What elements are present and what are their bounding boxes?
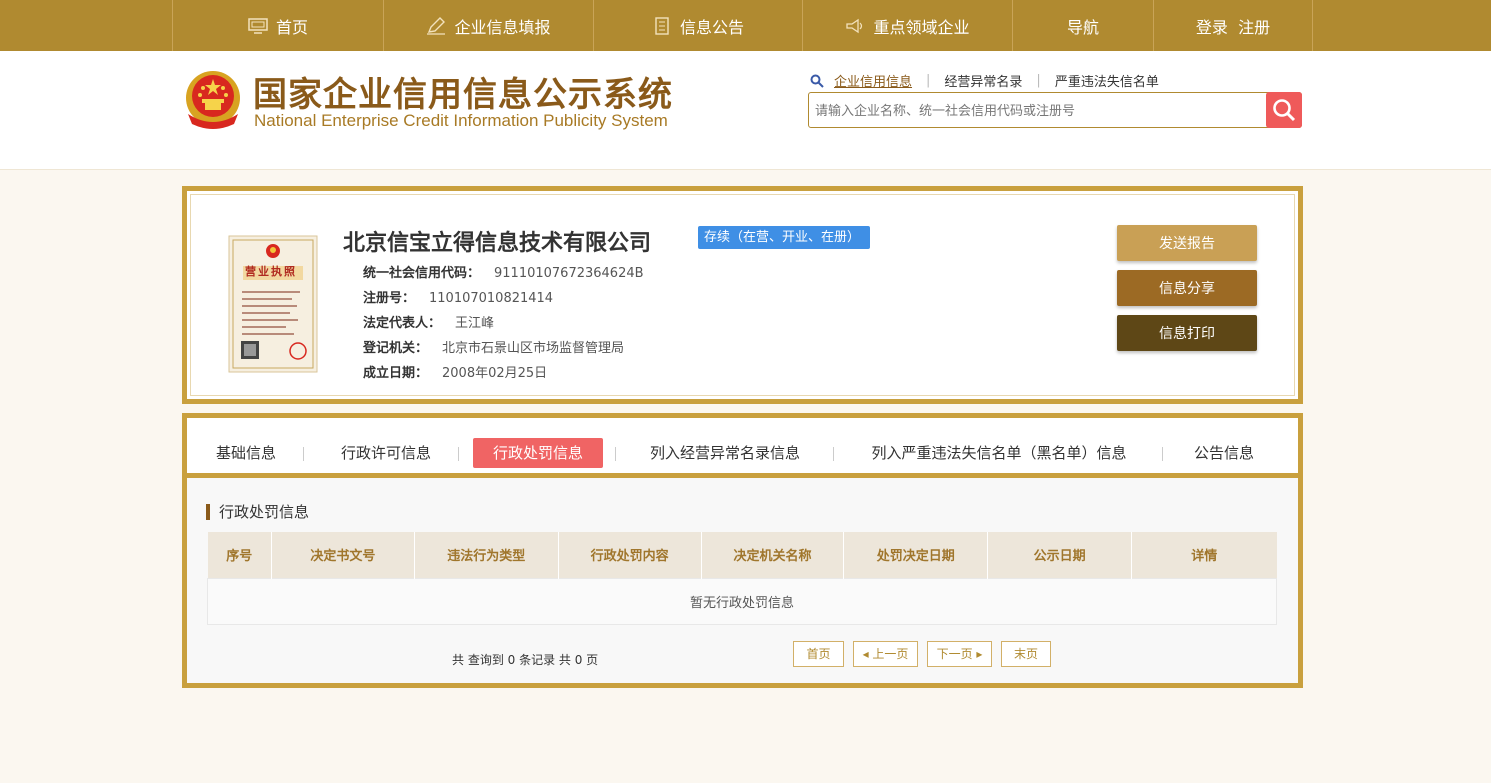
national-emblem-icon: [186, 71, 240, 129]
nav-item-announcement[interactable]: 信息公告: [593, 0, 802, 51]
info-reg-authority: 登记机关： 北京市石景山区市场监督管理局: [363, 337, 624, 356]
info-reg-number: 注册号： 110107010821414: [363, 287, 553, 306]
send-report-button[interactable]: 发送报告: [1117, 225, 1257, 261]
info-panel: 基础信息 行政许可信息 行政处罚信息 列入经营异常名录信息 列入严重违法失信名单…: [182, 413, 1303, 688]
nav-item-report[interactable]: 企业信息填报: [383, 0, 593, 51]
top-nav: 首页 企业信息填报 信息公告 重点领域企业 导航 登录 注册: [0, 0, 1491, 51]
business-license-icon[interactable]: [228, 235, 318, 373]
first-page-button[interactable]: 首页: [793, 641, 844, 667]
tab-bar: 基础信息 行政许可信息 行政处罚信息 列入经营异常名录信息 列入严重违法失信名单…: [187, 418, 1298, 478]
search-tab-credit[interactable]: 企业信用信息: [834, 71, 912, 90]
tab-admin-penalty[interactable]: 行政处罚信息: [473, 438, 603, 468]
search-box: [808, 92, 1302, 128]
col-header: 行政处罚内容: [558, 532, 702, 578]
divider: |: [926, 73, 931, 88]
col-header: 详情: [1131, 532, 1277, 578]
info-legal-rep: 法定代表人： 王江峰: [363, 312, 494, 331]
section-title: 行政处罚信息: [206, 504, 309, 520]
tab-basic-info[interactable]: 基础信息: [213, 438, 279, 468]
info-label: 登记机关：: [363, 341, 429, 356]
site-title: 国家企业信用信息公示系统: [253, 75, 673, 115]
col-header: 违法行为类型: [414, 532, 559, 578]
col-header: 公示日期: [987, 532, 1133, 578]
tab-abnormal-list[interactable]: 列入经营异常名录信息: [643, 438, 807, 468]
info-label: 成立日期：: [363, 366, 429, 381]
search-icon: [1273, 99, 1296, 122]
site-header: 国家企业信用信息公示系统 National Enterprise Credit …: [0, 51, 1491, 170]
company-card: 营业执照 北京信宝立得信息技术有限公司 存续（在营、开业、在册） 统一社会信用代…: [182, 186, 1303, 404]
col-header: 序号: [207, 532, 272, 578]
nav-label: 登录 注册: [1195, 17, 1271, 37]
nav-item-navigation[interactable]: 导航: [1012, 0, 1153, 51]
nav-label: 导航: [1066, 17, 1099, 37]
search-input[interactable]: [815, 100, 1255, 122]
tab-blacklist[interactable]: 列入严重违法失信名单（黑名单）信息: [861, 438, 1137, 468]
info-value: 91110107672364624B: [494, 266, 644, 281]
info-label: 法定代表人：: [363, 316, 442, 331]
col-header: 处罚决定日期: [843, 532, 989, 578]
search-button[interactable]: [1266, 92, 1302, 128]
table-header-row: 序号 决定书文号 违法行为类型 行政处罚内容 决定机关名称 处罚决定日期 公示日…: [207, 532, 1277, 578]
search-icon: [810, 74, 824, 88]
info-label: 统一社会信用代码：: [363, 266, 481, 281]
info-credit-code: 统一社会信用代码： 91110107672364624B: [363, 262, 644, 281]
divider: [303, 447, 304, 461]
empty-message: 暂无行政处罚信息: [207, 577, 1277, 625]
pager-info: 共 查询到 0 条记录 共 0 页: [452, 653, 599, 667]
table-row: 暂无行政处罚信息: [207, 577, 1277, 625]
company-name: 北京信宝立得信息技术有限公司: [343, 231, 652, 256]
nav-label: 首页: [275, 17, 308, 37]
col-header: 决定机关名称: [701, 532, 845, 578]
col-header: 决定书文号: [271, 532, 415, 578]
prev-page-button[interactable]: ◂ 上一页: [853, 641, 918, 667]
nav-item-login-register[interactable]: 登录 注册: [1153, 0, 1313, 51]
license-caption: 营业执照: [245, 265, 297, 278]
info-value: 110107010821414: [429, 291, 554, 306]
print-info-button[interactable]: 信息打印: [1117, 315, 1257, 351]
document-icon: [655, 16, 669, 35]
nav-label: 信息公告: [679, 17, 744, 37]
status-badge: 存续（在营、开业、在册）: [698, 226, 871, 249]
info-value: 2008年02月25日: [442, 366, 548, 381]
search-tab-blacklist[interactable]: 严重违法失信名单: [1055, 71, 1159, 90]
nav-label: 重点领域企业: [873, 17, 970, 37]
info-established: 成立日期： 2008年02月25日: [363, 362, 547, 381]
search-type-tabs: 企业信用信息 | 经营异常名录 | 严重违法失信名单: [810, 71, 1159, 90]
divider: |: [1036, 73, 1041, 88]
nav-item-home[interactable]: 首页: [172, 0, 383, 51]
tab-announcements[interactable]: 公告信息: [1191, 438, 1257, 468]
site-title-en: National Enterprise Credit Information P…: [254, 111, 668, 130]
tab-admin-license[interactable]: 行政许可信息: [337, 438, 435, 468]
share-info-button[interactable]: 信息分享: [1117, 270, 1257, 306]
info-value: 北京市石景山区市场监督管理局: [442, 341, 625, 356]
search-tab-abnormal[interactable]: 经营异常名录: [944, 71, 1022, 90]
monitor-icon: [248, 17, 268, 34]
nav-item-key-sectors[interactable]: 重点领域企业: [802, 0, 1012, 51]
penalty-table: 序号 决定书文号 违法行为类型 行政处罚内容 决定机关名称 处罚决定日期 公示日…: [207, 532, 1277, 625]
info-value: 王江峰: [455, 316, 495, 331]
divider: [615, 447, 616, 461]
divider: [458, 447, 459, 461]
nav-label: 企业信息填报: [454, 17, 551, 37]
divider: [833, 447, 834, 461]
edit-icon: [427, 16, 446, 35]
next-page-button[interactable]: 下一页 ▸: [927, 641, 992, 667]
info-label: 注册号：: [363, 291, 416, 306]
divider: [1162, 447, 1163, 461]
last-page-button[interactable]: 末页: [1001, 641, 1051, 667]
megaphone-icon: [846, 18, 863, 33]
